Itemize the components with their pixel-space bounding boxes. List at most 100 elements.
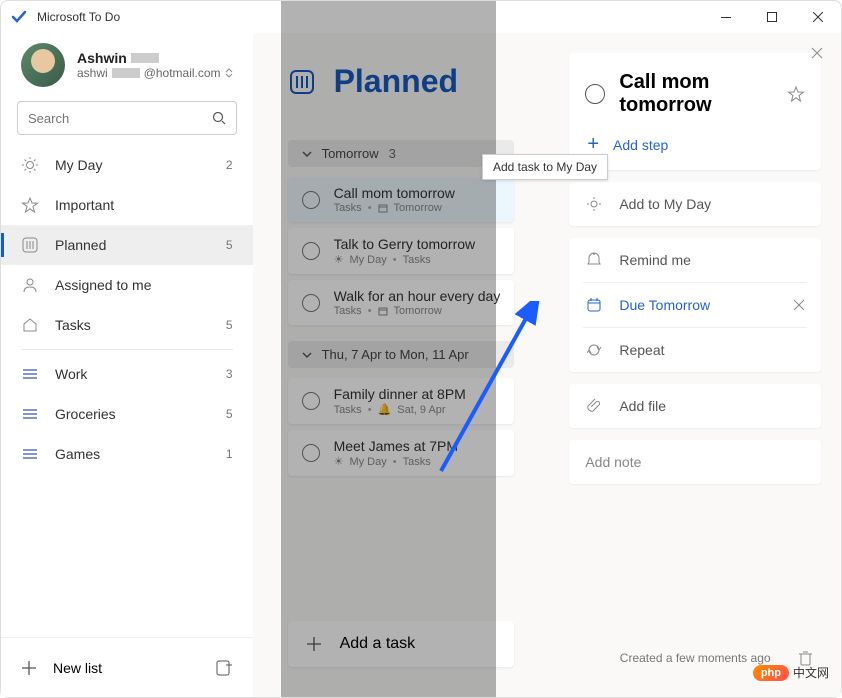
task-meta: ☀My Day•Tasks: [334, 253, 501, 266]
repeat-button[interactable]: Repeat: [569, 328, 821, 372]
search-icon: [212, 111, 226, 125]
nav-count: 1: [226, 447, 233, 461]
close-button[interactable]: [795, 1, 841, 33]
note-placeholder: Add note: [585, 454, 641, 470]
nav-count: 5: [226, 318, 233, 332]
sun-icon: [585, 196, 603, 212]
task-meta: Tasks•Tomorrow: [334, 202, 501, 214]
nav-item-tasks[interactable]: Tasks 5: [1, 305, 253, 345]
search-box[interactable]: [17, 101, 237, 135]
add-file-button[interactable]: Add file: [569, 384, 821, 428]
row-label: Add to My Day: [619, 196, 805, 212]
nav-count: 5: [226, 407, 233, 421]
nav-label: Planned: [55, 237, 210, 253]
planned-icon: [21, 236, 39, 254]
home-icon: [21, 316, 39, 334]
task-checkbox[interactable]: [302, 242, 320, 260]
detail-task-title[interactable]: Call mom tomorrow: [619, 71, 773, 117]
nav-item-work[interactable]: Work 3: [1, 354, 253, 394]
list-icon: [21, 445, 39, 463]
watermark-badge: php: [753, 665, 789, 681]
nav-label: My Day: [55, 157, 210, 173]
nav-item-important[interactable]: Important: [1, 185, 253, 225]
task-title: Meet James at 7PM: [334, 438, 501, 454]
chevron-down-icon: [302, 350, 312, 360]
profile[interactable]: Ashwin ashwi@hotmail.com: [1, 33, 253, 101]
nav-item-groceries[interactable]: Groceries 5: [1, 394, 253, 434]
group-header[interactable]: Tomorrow 3: [288, 140, 515, 167]
nav-label: Groceries: [55, 406, 210, 422]
minimize-button[interactable]: [703, 1, 749, 33]
plus-icon: [306, 636, 322, 652]
remind-me-button[interactable]: Remind me: [569, 238, 821, 282]
task-item[interactable]: Call mom tomorrow Tasks•Tomorrow: [288, 177, 515, 222]
group-count: 3: [389, 146, 396, 161]
add-to-myday-button[interactable]: Add to My Day: [569, 182, 821, 226]
nav-label: Games: [55, 446, 210, 462]
chevron-down-icon: [302, 149, 312, 159]
avatar: [21, 43, 65, 87]
nav-label: Tasks: [55, 317, 210, 333]
watermark-text: 中文网: [793, 664, 829, 681]
profile-email-suffix: @hotmail.com: [144, 66, 221, 80]
redacted-email: [112, 68, 140, 78]
add-task-input[interactable]: Add a task: [288, 621, 515, 667]
task-checkbox[interactable]: [302, 294, 320, 312]
task-checkbox[interactable]: [585, 84, 605, 104]
add-step-label: Add step: [613, 137, 668, 153]
nav-list: My Day 2 Important Planned 5 Assigned to…: [1, 145, 253, 637]
nav-item-assigned[interactable]: Assigned to me: [1, 265, 253, 305]
titlebar: Microsoft To Do: [1, 1, 841, 33]
calendar-icon: [585, 297, 603, 313]
page-title: Planned: [334, 63, 458, 100]
task-title: Walk for an hour every day: [334, 288, 501, 304]
task-checkbox[interactable]: [302, 392, 320, 410]
star-icon: [21, 196, 39, 214]
bell-icon: [585, 252, 603, 268]
group-header[interactable]: Thu, 7 Apr to Mon, 11 Apr: [288, 341, 515, 368]
close-icon[interactable]: [811, 47, 823, 59]
redacted-surname: [131, 53, 159, 63]
task-item[interactable]: Walk for an hour every day Tasks•Tomorro…: [288, 280, 515, 325]
watermark: php 中文网: [753, 664, 829, 681]
due-date-button[interactable]: Due Tomorrow: [569, 283, 821, 327]
search-input[interactable]: [28, 111, 212, 126]
add-task-label: Add a task: [340, 635, 416, 653]
user-icon: [21, 276, 39, 294]
task-checkbox[interactable]: [302, 191, 320, 209]
attachment-icon: [585, 398, 603, 414]
nav-divider: [21, 349, 233, 350]
add-note-input[interactable]: Add note: [569, 440, 821, 484]
nav-label: Assigned to me: [55, 277, 233, 293]
nav-item-planned[interactable]: Planned 5: [1, 225, 253, 265]
task-checkbox[interactable]: [302, 444, 320, 462]
clear-icon[interactable]: [793, 299, 805, 311]
plus-icon: +: [587, 133, 599, 156]
task-item[interactable]: Family dinner at 8PM Tasks•🔔Sat, 9 Apr: [288, 378, 515, 424]
group-label: Tomorrow: [322, 146, 379, 161]
maximize-button[interactable]: [749, 1, 795, 33]
task-meta: ☀My Day•Tasks: [334, 455, 501, 468]
planned-icon: [288, 68, 316, 96]
nav-item-games[interactable]: Games 1: [1, 434, 253, 474]
task-title: Call mom tomorrow: [334, 185, 501, 201]
task-item[interactable]: Talk to Gerry tomorrow ☀My Day•Tasks: [288, 228, 515, 274]
nav-label: Work: [55, 366, 210, 382]
new-list-button[interactable]: New list: [53, 660, 199, 676]
task-title: Talk to Gerry tomorrow: [334, 236, 501, 252]
task-meta: Tasks•Tomorrow: [334, 305, 501, 317]
row-label: Due Tomorrow: [619, 297, 777, 313]
task-item[interactable]: Meet James at 7PM ☀My Day•Tasks: [288, 430, 515, 476]
nav-label: Important: [55, 197, 233, 213]
star-icon[interactable]: [787, 85, 805, 103]
row-label: Repeat: [619, 342, 805, 358]
chevron-updown-icon: [225, 68, 233, 78]
new-group-icon[interactable]: [215, 659, 233, 677]
nav-count: 3: [226, 367, 233, 381]
nav-item-myday[interactable]: My Day 2: [1, 145, 253, 185]
group-label: Thu, 7 Apr to Mon, 11 Apr: [322, 347, 469, 362]
list-icon: [21, 365, 39, 383]
task-meta: Tasks•🔔Sat, 9 Apr: [334, 403, 501, 416]
repeat-icon: [585, 342, 603, 358]
app-logo-icon: [11, 9, 27, 25]
